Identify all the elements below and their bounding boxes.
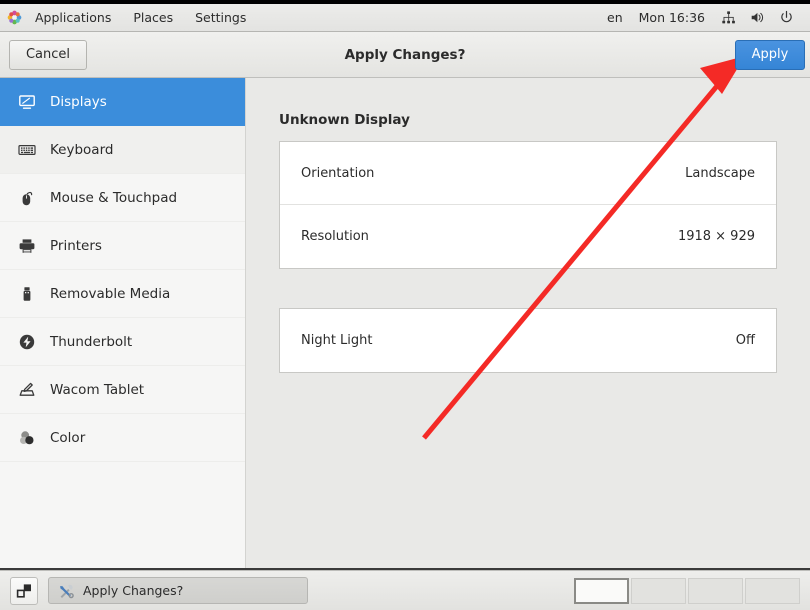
volume-icon[interactable]	[743, 4, 772, 31]
taskbar-window-button[interactable]: Apply Changes?	[48, 577, 308, 604]
sidebar-item-displays-label: Displays	[50, 93, 107, 110]
sidebar-item-displays[interactable]: Displays	[0, 78, 245, 126]
menu-settings[interactable]: Settings	[184, 4, 257, 31]
wacom-tablet-icon	[16, 379, 38, 401]
workspace-4[interactable]	[745, 577, 800, 604]
display-icon	[16, 91, 38, 113]
sidebar-item-mouse-touchpad[interactable]: Mouse & Touchpad	[0, 174, 245, 222]
sidebar-item-thunderbolt-label: Thunderbolt	[50, 333, 133, 350]
menu-settings-label: Settings	[195, 10, 247, 25]
taskbar: Apply Changes?	[0, 570, 810, 610]
sidebar-item-wacom-tablet-label: Wacom Tablet	[50, 381, 145, 398]
mouse-icon	[16, 187, 38, 209]
taskbar-window-label: Apply Changes?	[83, 583, 184, 598]
row-resolution-value: 1918 × 929	[677, 229, 755, 244]
sidebar-item-color[interactable]: Color	[0, 414, 245, 462]
row-orientation[interactable]: Orientation Landscape	[280, 142, 776, 205]
night-light-card: Night Light Off	[279, 308, 777, 373]
menubar-tray: en Mon 16:36	[600, 4, 810, 31]
menubar-left-group: Applications Places Settings	[0, 4, 257, 31]
tools-icon	[57, 582, 75, 600]
keyboard-layout-label: en	[607, 10, 623, 25]
workspace-3[interactable]	[688, 577, 743, 604]
row-night-light[interactable]: Night Light Off	[280, 309, 776, 372]
page-title: Apply Changes?	[344, 46, 466, 63]
settings-content: Unknown Display Orientation Landscape Re…	[246, 78, 810, 568]
row-orientation-value: Landscape	[685, 165, 755, 181]
keyboard-icon	[16, 139, 38, 161]
color-icon	[16, 427, 38, 449]
row-orientation-label: Orientation	[301, 165, 375, 181]
sidebar-item-keyboard-label: Keyboard	[50, 141, 114, 158]
clock[interactable]: Mon 16:36	[630, 4, 714, 31]
menu-applications[interactable]: Applications	[24, 4, 122, 31]
usb-icon	[16, 283, 38, 305]
network-icon[interactable]	[714, 4, 743, 31]
thunderbolt-icon	[16, 331, 38, 353]
clock-label: Mon 16:36	[638, 10, 705, 25]
row-resolution[interactable]: Resolution 1918 × 929	[280, 205, 776, 268]
settings-window: Cancel Apply Changes? Apply Displays Key…	[0, 32, 810, 570]
row-night-light-value: Off	[735, 333, 755, 348]
workspace-2[interactable]	[631, 577, 686, 604]
apply-button-label: Apply	[751, 47, 789, 62]
sidebar-item-keyboard[interactable]: Keyboard	[0, 126, 245, 174]
menu-applications-label: Applications	[35, 10, 112, 25]
sidebar-item-mouse-touchpad-label: Mouse & Touchpad	[50, 189, 178, 206]
sidebar-item-wacom-tablet[interactable]: Wacom Tablet	[0, 366, 245, 414]
sidebar-item-printers[interactable]: Printers	[0, 222, 245, 270]
screen: Applications Places Settings en Mon 16:3…	[0, 0, 810, 610]
power-icon[interactable]	[772, 4, 801, 31]
display-settings-card: Orientation Landscape Resolution 1918 × …	[279, 141, 777, 269]
desktop-menubar: Applications Places Settings en Mon 16:3…	[0, 4, 810, 32]
sidebar-item-removable-media[interactable]: Removable Media	[0, 270, 245, 318]
xfce-mouse-logo-icon[interactable]	[0, 10, 24, 25]
menu-places[interactable]: Places	[122, 4, 184, 31]
keyboard-layout-indicator[interactable]: en	[600, 4, 630, 31]
workspace-1[interactable]	[574, 577, 629, 604]
sidebar-item-printers-label: Printers	[50, 237, 102, 254]
workspace-switcher	[574, 577, 800, 604]
sidebar-item-removable-media-label: Removable Media	[50, 285, 171, 302]
window-body: Displays Keyboard Mouse & Touchpad Print…	[0, 78, 810, 568]
window-headerbar: Cancel Apply Changes? Apply	[0, 32, 810, 78]
show-desktop-icon[interactable]	[10, 576, 38, 605]
cancel-button[interactable]: Cancel	[9, 39, 87, 70]
display-section-title: Unknown Display	[279, 112, 410, 128]
row-resolution-label: Resolution	[301, 229, 369, 244]
sidebar-item-thunderbolt[interactable]: Thunderbolt	[0, 318, 245, 366]
apply-button[interactable]: Apply	[735, 39, 805, 70]
sidebar-item-color-label: Color	[50, 429, 86, 446]
row-night-light-label: Night Light	[301, 333, 373, 348]
menu-places-label: Places	[133, 10, 174, 25]
cancel-button-label: Cancel	[25, 47, 71, 62]
settings-sidebar: Displays Keyboard Mouse & Touchpad Print…	[0, 78, 246, 568]
printer-icon	[16, 235, 38, 257]
